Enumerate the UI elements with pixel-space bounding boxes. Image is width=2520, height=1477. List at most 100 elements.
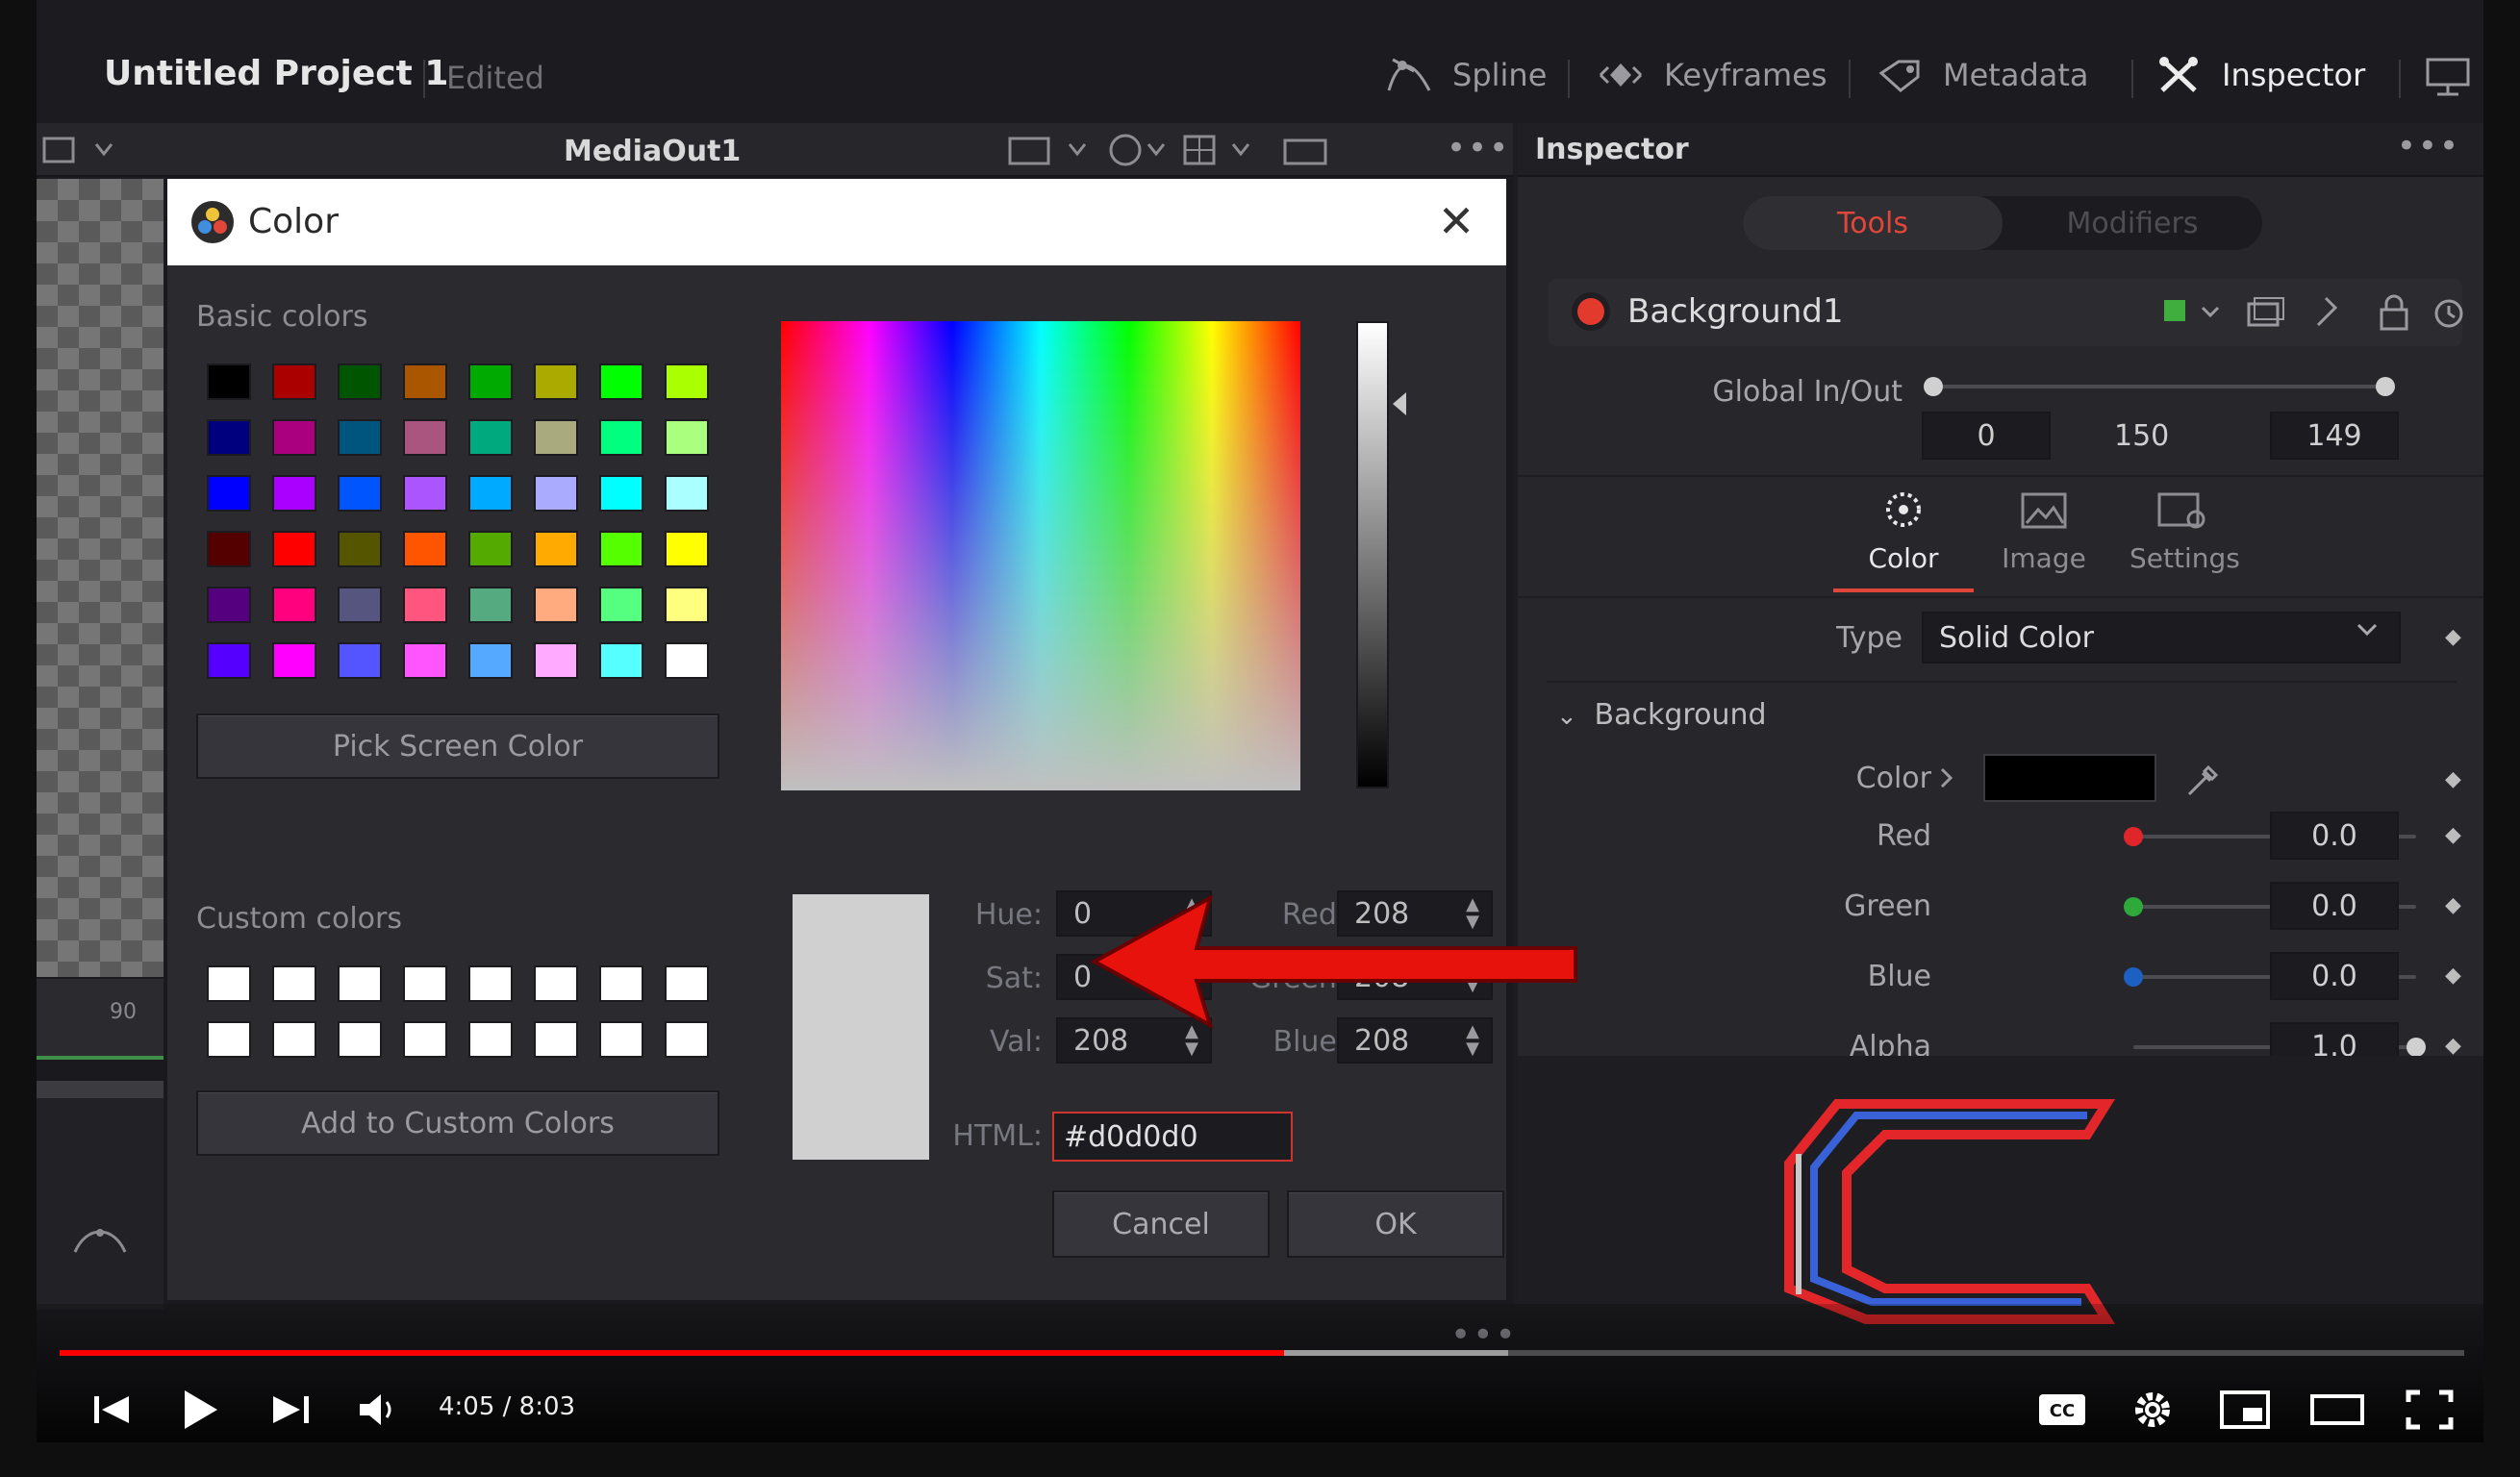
tab-modifiers[interactable]: Modifiers (2003, 196, 2262, 250)
node-actions-icons[interactable] (2237, 292, 2468, 333)
background-color-swatch[interactable] (1983, 754, 2156, 802)
custom-color-swatch-cell[interactable] (262, 1012, 327, 1067)
custom-color-swatch[interactable] (403, 1021, 447, 1058)
volume-icon[interactable] (350, 1385, 408, 1435)
basic-color-swatch[interactable] (338, 587, 382, 623)
basic-color-swatch[interactable] (272, 475, 316, 512)
blue-value-field[interactable]: 0.0 (2270, 952, 2399, 1000)
basic-color-swatch[interactable] (403, 475, 447, 512)
basic-color-swatch[interactable] (207, 531, 251, 567)
tab-spline[interactable]: Spline (1383, 52, 1547, 98)
basic-color-swatch[interactable] (403, 363, 447, 400)
subtab-color[interactable]: Color (1851, 487, 1956, 574)
html-hex-input[interactable]: #d0d0d0 (1052, 1112, 1293, 1162)
play-icon[interactable] (171, 1385, 229, 1435)
basic-color-swatch[interactable] (534, 475, 578, 512)
basic-color-swatch[interactable] (403, 419, 447, 456)
blue-slider-knob[interactable] (2124, 967, 2143, 987)
basic-color-swatch[interactable] (599, 587, 643, 623)
subtab-settings[interactable]: Settings (2129, 487, 2240, 574)
basic-color-swatch-cell[interactable] (392, 577, 458, 633)
basic-color-swatch-cell[interactable] (392, 521, 458, 577)
basic-color-swatch-cell[interactable] (327, 410, 392, 465)
basic-color-swatch[interactable] (338, 531, 382, 567)
custom-color-swatch[interactable] (272, 965, 316, 1002)
basic-color-swatch[interactable] (338, 419, 382, 456)
basic-color-swatch-cell[interactable] (523, 410, 589, 465)
basic-color-swatch-cell[interactable] (458, 410, 523, 465)
keyframe-diamond-icon[interactable]: ◆ (2445, 823, 2461, 847)
basic-color-swatch-cell[interactable] (523, 521, 589, 577)
keyframe-diamond-icon[interactable]: ◆ (2445, 1034, 2461, 1058)
eyedropper-icon[interactable] (2181, 760, 2224, 802)
basic-color-swatch-cell[interactable] (458, 577, 523, 633)
basic-color-swatch[interactable] (599, 475, 643, 512)
custom-color-swatch-cell[interactable] (523, 956, 589, 1012)
tab-tools[interactable]: Tools (1743, 196, 2003, 250)
basic-color-swatch-cell[interactable] (392, 633, 458, 688)
pick-screen-color-button[interactable]: Pick Screen Color (196, 713, 719, 779)
basic-color-swatch-cell[interactable] (262, 465, 327, 521)
basic-color-swatch-cell[interactable] (196, 410, 262, 465)
basic-color-swatch-cell[interactable] (589, 521, 654, 577)
basic-color-swatch[interactable] (468, 475, 513, 512)
keyframe-diamond-icon[interactable]: ◆ (2445, 625, 2461, 649)
basic-color-swatch-cell[interactable] (327, 354, 392, 410)
custom-color-swatch-cell[interactable] (654, 1012, 719, 1067)
progress-played[interactable] (60, 1350, 1284, 1356)
basic-color-swatch-cell[interactable] (654, 577, 719, 633)
basic-color-swatch-cell[interactable] (589, 354, 654, 410)
custom-color-swatch[interactable] (599, 1021, 643, 1058)
basic-color-swatch-cell[interactable] (196, 465, 262, 521)
basic-color-swatch-cell[interactable] (262, 577, 327, 633)
basic-color-swatch-cell[interactable] (392, 410, 458, 465)
custom-color-swatch[interactable] (534, 1021, 578, 1058)
basic-color-swatch-cell[interactable] (392, 354, 458, 410)
basic-color-swatch-cell[interactable] (458, 633, 523, 688)
basic-color-swatch[interactable] (599, 419, 643, 456)
custom-color-swatch-cell[interactable] (392, 1012, 458, 1067)
basic-color-swatch[interactable] (207, 419, 251, 456)
captions-icon[interactable]: CC (2033, 1385, 2091, 1435)
basic-color-swatch[interactable] (665, 642, 709, 679)
basic-color-swatch[interactable] (534, 642, 578, 679)
monitor-icon[interactable] (2422, 56, 2474, 98)
basic-color-swatch-cell[interactable] (327, 633, 392, 688)
green-slider-knob[interactable] (2124, 897, 2143, 916)
basic-color-swatch[interactable] (468, 363, 513, 400)
custom-color-swatch[interactable] (665, 965, 709, 1002)
hue-saturation-picker[interactable] (781, 321, 1300, 790)
global-range-track[interactable] (1933, 385, 2385, 388)
basic-color-swatch-cell[interactable] (654, 521, 719, 577)
basic-color-swatch-cell[interactable] (327, 521, 392, 577)
fullscreen-icon[interactable] (2401, 1385, 2458, 1435)
cancel-button[interactable]: Cancel (1052, 1190, 1270, 1258)
basic-color-swatch[interactable] (338, 475, 382, 512)
node-enable-toggle[interactable] (1577, 298, 1604, 325)
basic-color-swatch-cell[interactable] (523, 354, 589, 410)
basic-color-swatch[interactable] (272, 419, 316, 456)
basic-color-swatch[interactable] (468, 531, 513, 567)
basic-color-swatch[interactable] (534, 587, 578, 623)
basic-color-swatch-cell[interactable] (262, 410, 327, 465)
basic-color-swatch[interactable] (599, 363, 643, 400)
red-slider-knob[interactable] (2124, 827, 2143, 846)
viewer-more-button[interactable]: ••• (1447, 129, 1510, 167)
keyframe-diamond-icon[interactable]: ◆ (2445, 893, 2461, 917)
basic-color-swatch[interactable] (207, 642, 251, 679)
custom-color-swatch[interactable] (599, 965, 643, 1002)
theater-mode-icon[interactable] (2308, 1385, 2366, 1435)
custom-color-swatch[interactable] (338, 965, 382, 1002)
basic-color-swatch-cell[interactable] (654, 410, 719, 465)
global-in-handle[interactable] (1924, 377, 1943, 396)
value-slider-pointer[interactable] (1393, 392, 1406, 415)
basic-color-swatch[interactable] (534, 419, 578, 456)
basic-color-swatch[interactable] (599, 642, 643, 679)
basic-color-swatch-cell[interactable] (262, 521, 327, 577)
basic-color-swatch-cell[interactable] (654, 354, 719, 410)
custom-color-swatch-cell[interactable] (654, 956, 719, 1012)
basic-color-swatch[interactable] (272, 642, 316, 679)
value-slider[interactable] (1356, 321, 1389, 789)
basic-color-swatch[interactable] (272, 587, 316, 623)
ok-button[interactable]: OK (1287, 1190, 1504, 1258)
